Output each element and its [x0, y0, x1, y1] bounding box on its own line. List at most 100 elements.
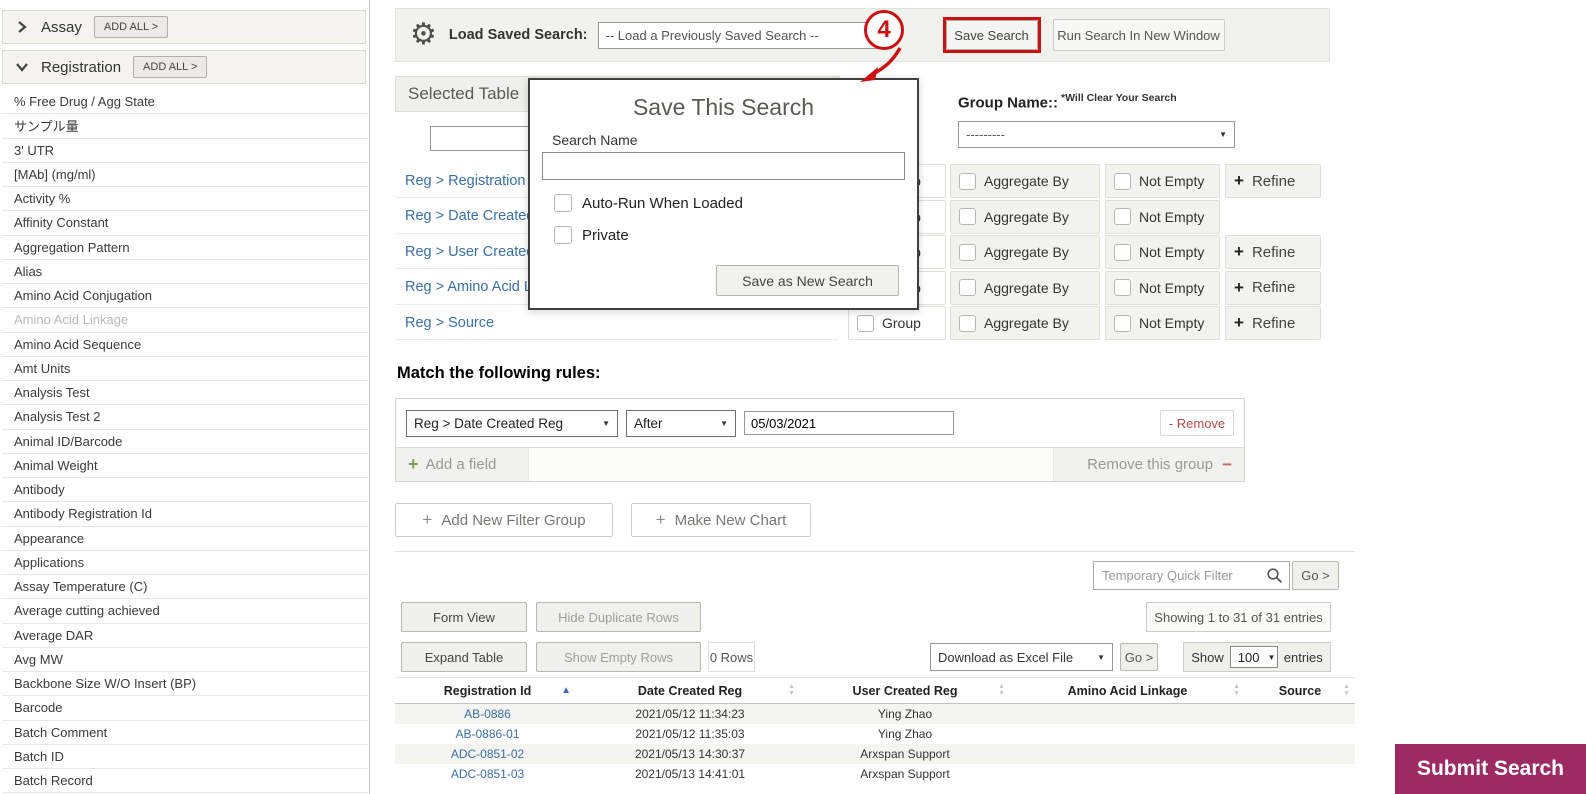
table-row[interactable]: ADC-0851-03 2021/05/13 14:41:01 Arxspan …: [395, 764, 1355, 784]
sidebar-field-item[interactable]: Avg MW: [2, 647, 368, 672]
page-size-select[interactable]: 100 ▼: [1229, 646, 1278, 668]
sidebar-field-item[interactable]: Alias: [2, 259, 368, 284]
not-empty-checkbox[interactable]: [1114, 172, 1131, 190]
sidebar-field-item[interactable]: Batch ID: [2, 744, 368, 769]
add-field-button[interactable]: + Add a field: [396, 454, 528, 475]
sidebar-section-assay[interactable]: Assay ADD ALL >: [2, 10, 366, 44]
download-format-select[interactable]: Download as Excel File ▼: [930, 643, 1113, 671]
refine-button[interactable]: + Refine: [1225, 270, 1321, 305]
quick-filter-input[interactable]: [1093, 561, 1290, 590]
remove-group-button[interactable]: Remove this group −: [1054, 455, 1244, 475]
sidebar-field-item[interactable]: Amino Acid Sequence: [2, 332, 368, 357]
remove-rule-button[interactable]: - Remove: [1160, 410, 1234, 436]
sidebar-section-registration[interactable]: Registration ADD ALL >: [2, 50, 366, 84]
filter-footer-spacer: [528, 448, 1054, 481]
sidebar-field-item[interactable]: Analysis Test 2: [2, 405, 368, 430]
column-header[interactable]: Registration Id ▲▼ ▲: [395, 678, 580, 703]
sidebar-field-item[interactable]: Backbone Size W/O Insert (BP): [2, 672, 368, 697]
sidebar-field-item[interactable]: Animal ID/Barcode: [2, 429, 368, 454]
search-name-input[interactable]: [542, 152, 905, 180]
refine-button[interactable]: + Refine: [1225, 306, 1321, 341]
gear-icon[interactable]: ⚙: [410, 20, 437, 50]
sidebar-field-item[interactable]: 3' UTR: [2, 138, 368, 163]
rule-value-input[interactable]: [744, 411, 954, 435]
sidebar-field-item[interactable]: Barcode: [2, 696, 368, 721]
sidebar-field-item[interactable]: Amt Units: [2, 356, 368, 381]
rule-operator-select[interactable]: After ▼: [626, 409, 736, 437]
filter-rule-row: Reg > Date Created Reg ▼ After ▼ - Remov…: [396, 399, 1244, 447]
add-all-registration-button[interactable]: ADD ALL >: [133, 56, 208, 78]
user-created-cell: Ying Zhao: [877, 727, 933, 741]
sidebar-field-item[interactable]: [MAb] (mg/ml): [2, 162, 368, 187]
registration-id-link[interactable]: ADC-0851-03: [395, 764, 580, 784]
save-search-button[interactable]: Save Search: [945, 20, 1038, 50]
private-checkbox[interactable]: [554, 226, 572, 244]
aggregate-by-checkbox[interactable]: [959, 279, 976, 297]
group-checkbox[interactable]: [857, 314, 874, 332]
refine-button[interactable]: + Refine: [1225, 164, 1321, 198]
column-header[interactable]: Amino Acid Linkage ▲▼ ▲: [1010, 678, 1245, 703]
sidebar-field-item[interactable]: % Free Drug / Agg State: [2, 90, 368, 115]
sidebar-field-item[interactable]: Aggregation Pattern: [2, 235, 368, 260]
registration-id-link[interactable]: ADC-0851-02: [395, 744, 580, 764]
sidebar-field-item[interactable]: Applications: [2, 550, 368, 575]
sidebar-field-item[interactable]: Antibody: [2, 478, 368, 503]
sidebar-field-item[interactable]: Animal Weight: [2, 453, 368, 478]
aggregate-by-label: Aggregate By: [984, 208, 1069, 225]
not-empty-checkbox[interactable]: [1114, 208, 1131, 226]
aggregate-by-checkbox[interactable]: [959, 243, 976, 261]
registration-id-link[interactable]: AB-0886-01: [395, 724, 580, 744]
selected-table-filter-input[interactable]: [430, 126, 532, 151]
quick-filter-go-button[interactable]: Go >: [1292, 561, 1339, 590]
field-link[interactable]: Reg > Registration Id: [405, 173, 542, 189]
table-row[interactable]: ADC-0851-02 2021/05/13 14:30:37 Arxspan …: [395, 744, 1355, 764]
sidebar-field-item[interactable]: Appearance: [2, 526, 368, 551]
hide-duplicate-rows-button[interactable]: Hide Duplicate Rows: [536, 602, 701, 632]
filter-group-box: Reg > Date Created Reg ▼ After ▼ - Remov…: [395, 398, 1245, 482]
field-link[interactable]: Reg > Source: [405, 315, 494, 331]
table-row[interactable]: AB-0886 2021/05/12 11:34:23 Ying Zhao: [395, 704, 1355, 724]
sidebar-field-item[interactable]: Activity %: [2, 187, 368, 212]
expand-table-button[interactable]: Expand Table: [401, 642, 527, 672]
chevron-right-icon: [18, 21, 27, 33]
column-header[interactable]: Date Created Reg ▲▼ ▲: [580, 678, 800, 703]
autorun-checkbox[interactable]: [554, 194, 572, 212]
save-as-new-search-button[interactable]: Save as New Search: [716, 265, 899, 296]
make-new-chart-button[interactable]: + Make New Chart: [631, 503, 811, 537]
sidebar-field-item[interactable]: Analysis Test: [2, 381, 368, 406]
download-go-button[interactable]: Go >: [1120, 643, 1158, 671]
sidebar-field-item[interactable]: Average cutting achieved: [2, 599, 368, 624]
sidebar-field-item[interactable]: Average DAR: [2, 623, 368, 648]
group-name-select[interactable]: --------- ▼: [958, 121, 1235, 148]
field-item-label: サンプル量: [14, 119, 79, 135]
not-empty-checkbox[interactable]: [1114, 279, 1131, 297]
sidebar-field-item[interactable]: Assay Temperature (C): [2, 575, 368, 600]
column-header[interactable]: Source ▲▼ ▲: [1245, 678, 1355, 703]
run-search-new-window-button[interactable]: Run Search In New Window: [1052, 19, 1225, 51]
aggregate-by-checkbox[interactable]: [959, 208, 976, 226]
not-empty-checkbox[interactable]: [1114, 243, 1131, 261]
sidebar-field-item[interactable]: Affinity Constant: [2, 211, 368, 236]
not-empty-checkbox[interactable]: [1114, 314, 1131, 332]
show-empty-rows-button[interactable]: Show Empty Rows: [536, 642, 701, 672]
sidebar-field-item[interactable]: Batch Record: [2, 769, 368, 794]
sidebar-field-item[interactable]: サンプル量: [2, 114, 368, 139]
aggregate-by-checkbox[interactable]: [959, 314, 976, 332]
sidebar-field-item[interactable]: Antibody Registration Id: [2, 502, 368, 527]
load-saved-search-select[interactable]: -- Load a Previously Saved Search -- ▼: [597, 21, 885, 49]
form-view-button[interactable]: Form View: [401, 602, 527, 632]
rule-operator-value: After: [634, 415, 663, 431]
registration-id-link[interactable]: AB-0886: [395, 704, 580, 724]
column-header[interactable]: User Created Reg ▲▼ ▲: [800, 678, 1010, 703]
field-item-label: Analysis Test 2: [14, 409, 101, 425]
aggregate-by-checkbox[interactable]: [959, 172, 976, 190]
rule-field-select[interactable]: Reg > Date Created Reg ▼: [406, 409, 618, 437]
submit-search-button[interactable]: Submit Search: [1395, 744, 1586, 794]
refine-button[interactable]: + Refine: [1225, 235, 1321, 270]
table-row[interactable]: AB-0886-01 2021/05/12 11:35:03 Ying Zhao: [395, 724, 1355, 744]
add-new-filter-group-button[interactable]: + Add New Filter Group: [395, 503, 613, 537]
sidebar-field-item[interactable]: Amino Acid Conjugation: [2, 284, 368, 309]
sidebar-field-item[interactable]: Amino Acid Linkage: [2, 308, 368, 333]
sidebar-field-item[interactable]: Batch Comment: [2, 720, 368, 745]
add-all-assay-button[interactable]: ADD ALL >: [93, 16, 169, 38]
